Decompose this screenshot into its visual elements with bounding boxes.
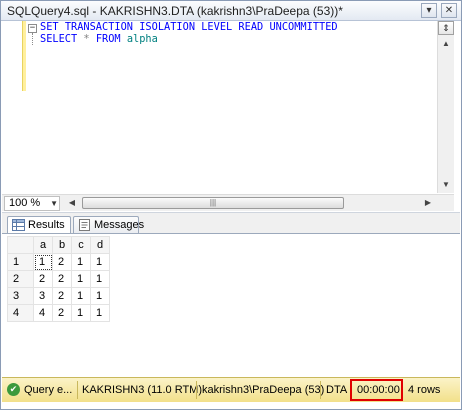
row-count: 4 rows: [408, 384, 441, 396]
status-divider: [77, 381, 78, 399]
code-token-keyword: SET: [40, 21, 59, 33]
pin-icon[interactable]: ▾: [421, 3, 437, 18]
zoom-dropdown[interactable]: 100 % ▼: [4, 196, 60, 211]
split-icon[interactable]: ⇕: [438, 21, 454, 35]
grid-corner[interactable]: [7, 236, 34, 254]
code-token-keyword: READ: [238, 21, 264, 33]
title-bar: SQLQuery4.sql - KAKRISHN3.DTA (kakrishn3…: [1, 1, 461, 21]
grid-cell[interactable]: 3: [33, 287, 53, 305]
code-token-keyword: SELECT: [40, 33, 78, 45]
elapsed-time: 00:00:00: [357, 384, 400, 396]
zoom-scroll-row: 100 % ▼ ◀ ||| ▶: [2, 194, 454, 211]
server-info: KAKRISHN3 (11.0 RTM): [82, 384, 203, 396]
code-token-keyword: LEVEL: [201, 21, 233, 33]
query-window: SQLQuery4.sql - KAKRISHN3.DTA (kakrishn3…: [0, 0, 462, 410]
database-name: DTA: [326, 384, 348, 396]
user-info: kakrishn3\PraDeepa (53): [202, 384, 325, 396]
grid-cell[interactable]: 2: [33, 270, 53, 288]
query-editor[interactable]: − SET TRANSACTION ISOLATION LEVEL READ U…: [2, 21, 446, 193]
change-tracking-bar: [22, 21, 26, 91]
code-token-keyword: TRANSACTION: [64, 21, 134, 33]
outline-line: [32, 33, 33, 45]
check-circle-icon: ✔: [7, 383, 20, 396]
grid-cell[interactable]: 1: [33, 253, 53, 271]
grid-cell[interactable]: 2: [52, 304, 72, 322]
chevron-down-icon[interactable]: ▼: [50, 197, 58, 210]
scroll-left-icon[interactable]: ◀: [64, 195, 80, 211]
row-header[interactable]: 3: [7, 287, 34, 305]
grid-cell[interactable]: 2: [52, 287, 72, 305]
editor-vertical-scrollbar[interactable]: ⇕ ▲ ▼: [437, 21, 454, 193]
messages-icon: [79, 219, 90, 231]
grid-cell[interactable]: 1: [90, 287, 110, 305]
close-icon[interactable]: ✕: [441, 3, 457, 18]
status-divider: [320, 381, 321, 399]
grid-cell[interactable]: 1: [90, 270, 110, 288]
grid-cell[interactable]: 1: [71, 270, 91, 288]
grid-cell[interactable]: 2: [52, 253, 72, 271]
collapse-icon[interactable]: −: [28, 24, 37, 33]
grid-cell[interactable]: 1: [71, 287, 91, 305]
scroll-up-icon[interactable]: ▲: [438, 36, 454, 52]
column-header[interactable]: a: [33, 236, 53, 254]
table-row: 3 3 2 1 1: [7, 287, 110, 305]
table-row: 1 1 2 1 1: [7, 253, 110, 271]
results-tabs: Results Messages: [2, 212, 460, 235]
results-grid[interactable]: a b c d 1 1 2 1 1 2 2 2 1 1 3 3 2 1 1 4 …: [7, 236, 110, 322]
grid-header-row: a b c d: [7, 236, 110, 254]
scroll-down-icon[interactable]: ▼: [438, 177, 454, 193]
table-row: 2 2 2 1 1: [7, 270, 110, 288]
row-header[interactable]: 2: [7, 270, 34, 288]
code-token-keyword: ISOLATION: [139, 21, 196, 33]
row-header[interactable]: 1: [7, 253, 34, 271]
code-line[interactable]: SET TRANSACTION ISOLATION LEVEL READ UNC…: [40, 21, 338, 33]
column-header[interactable]: b: [52, 236, 72, 254]
column-header[interactable]: c: [71, 236, 91, 254]
horizontal-scroll-thumb[interactable]: |||: [82, 197, 344, 209]
window-title: SQLQuery4.sql - KAKRISHN3.DTA (kakrishn3…: [7, 4, 343, 18]
editor-margin: [2, 21, 20, 193]
code-line[interactable]: SELECT * FROM alpha: [40, 33, 338, 45]
results-grid-area: a b c d 1 1 2 1 1 2 2 2 1 1 3 3 2 1 1 4 …: [2, 233, 460, 375]
sql-code[interactable]: SET TRANSACTION ISOLATION LEVEL READ UNC…: [40, 21, 338, 45]
code-token-keyword: FROM: [95, 33, 121, 45]
code-token-identifier: alpha: [126, 33, 158, 45]
grid-icon: [12, 219, 25, 231]
grid-cell[interactable]: 1: [71, 304, 91, 322]
table-row: 4 4 2 1 1: [7, 304, 110, 322]
grid-cell[interactable]: 2: [52, 270, 72, 288]
tab-messages-label: Messages: [94, 219, 145, 231]
scroll-right-icon[interactable]: ▶: [420, 195, 436, 211]
grid-cell[interactable]: 1: [90, 253, 110, 271]
row-header[interactable]: 4: [7, 304, 34, 322]
column-header[interactable]: d: [90, 236, 110, 254]
tab-results-label: Results: [28, 219, 65, 231]
grid-cell[interactable]: 1: [90, 304, 110, 322]
zoom-value: 100 %: [9, 197, 41, 209]
query-status: Query e...: [24, 384, 73, 396]
grid-cell[interactable]: 4: [33, 304, 53, 322]
grid-cell[interactable]: 1: [71, 253, 91, 271]
tab-messages[interactable]: Messages: [73, 216, 144, 234]
status-divider: [196, 381, 197, 399]
code-token-keyword: UNCOMMITTED: [269, 21, 338, 33]
status-bar: ✔ Query e... KAKRISHN3 (11.0 RTM) kakris…: [2, 377, 460, 402]
